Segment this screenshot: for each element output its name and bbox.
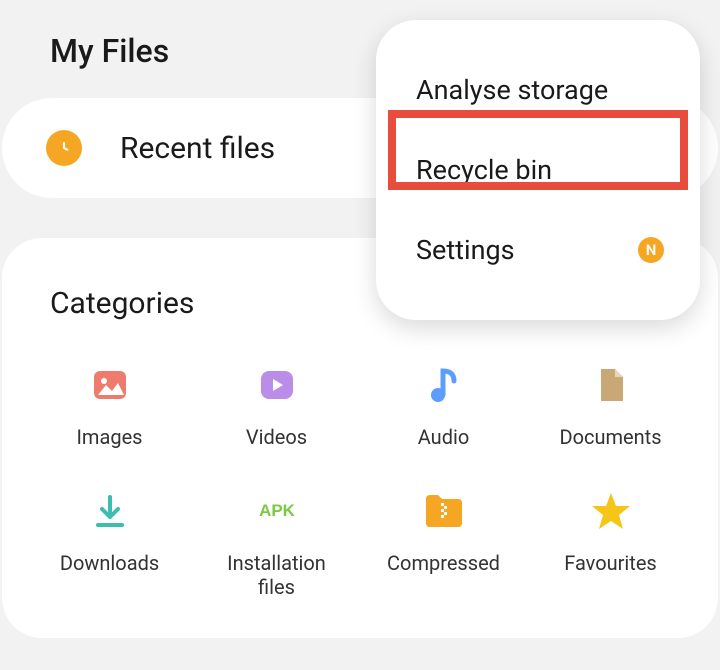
svg-text:APK: APK bbox=[259, 501, 295, 520]
category-label: Images bbox=[76, 425, 142, 449]
menu-item-label: Analyse storage bbox=[416, 74, 608, 106]
category-images[interactable]: Images bbox=[26, 363, 193, 449]
image-icon bbox=[88, 363, 132, 407]
recent-files-label: Recent files bbox=[120, 131, 275, 166]
category-label: Favourites bbox=[564, 551, 657, 575]
category-label: Compressed bbox=[387, 551, 500, 575]
category-label: Documents bbox=[559, 425, 661, 449]
category-downloads[interactable]: Downloads bbox=[26, 489, 193, 599]
document-icon bbox=[589, 363, 633, 407]
menu-analyse-storage[interactable]: Analyse storage bbox=[376, 50, 700, 130]
category-videos[interactable]: Videos bbox=[193, 363, 360, 449]
apk-icon: APK bbox=[255, 489, 299, 533]
category-label: Installation files bbox=[227, 551, 326, 599]
menu-item-label: Recycle bin bbox=[416, 154, 552, 186]
overflow-menu: Analyse storage Recycle bin Settings N bbox=[376, 20, 700, 320]
categories-grid: Images Videos Audio bbox=[2, 363, 718, 599]
notification-badge: N bbox=[638, 237, 664, 263]
clock-icon bbox=[46, 130, 82, 166]
menu-recycle-bin[interactable]: Recycle bin bbox=[376, 130, 700, 210]
category-label: Videos bbox=[246, 425, 307, 449]
category-installation-files[interactable]: APK Installation files bbox=[193, 489, 360, 599]
audio-icon bbox=[422, 363, 466, 407]
compressed-icon bbox=[422, 489, 466, 533]
video-icon bbox=[255, 363, 299, 407]
category-audio[interactable]: Audio bbox=[360, 363, 527, 449]
download-icon bbox=[88, 489, 132, 533]
category-compressed[interactable]: Compressed bbox=[360, 489, 527, 599]
category-favourites[interactable]: Favourites bbox=[527, 489, 694, 599]
menu-settings[interactable]: Settings N bbox=[376, 210, 700, 290]
category-label: Audio bbox=[418, 425, 470, 449]
category-documents[interactable]: Documents bbox=[527, 363, 694, 449]
menu-item-label: Settings bbox=[416, 234, 515, 266]
star-icon bbox=[589, 489, 633, 533]
category-label: Downloads bbox=[60, 551, 159, 575]
